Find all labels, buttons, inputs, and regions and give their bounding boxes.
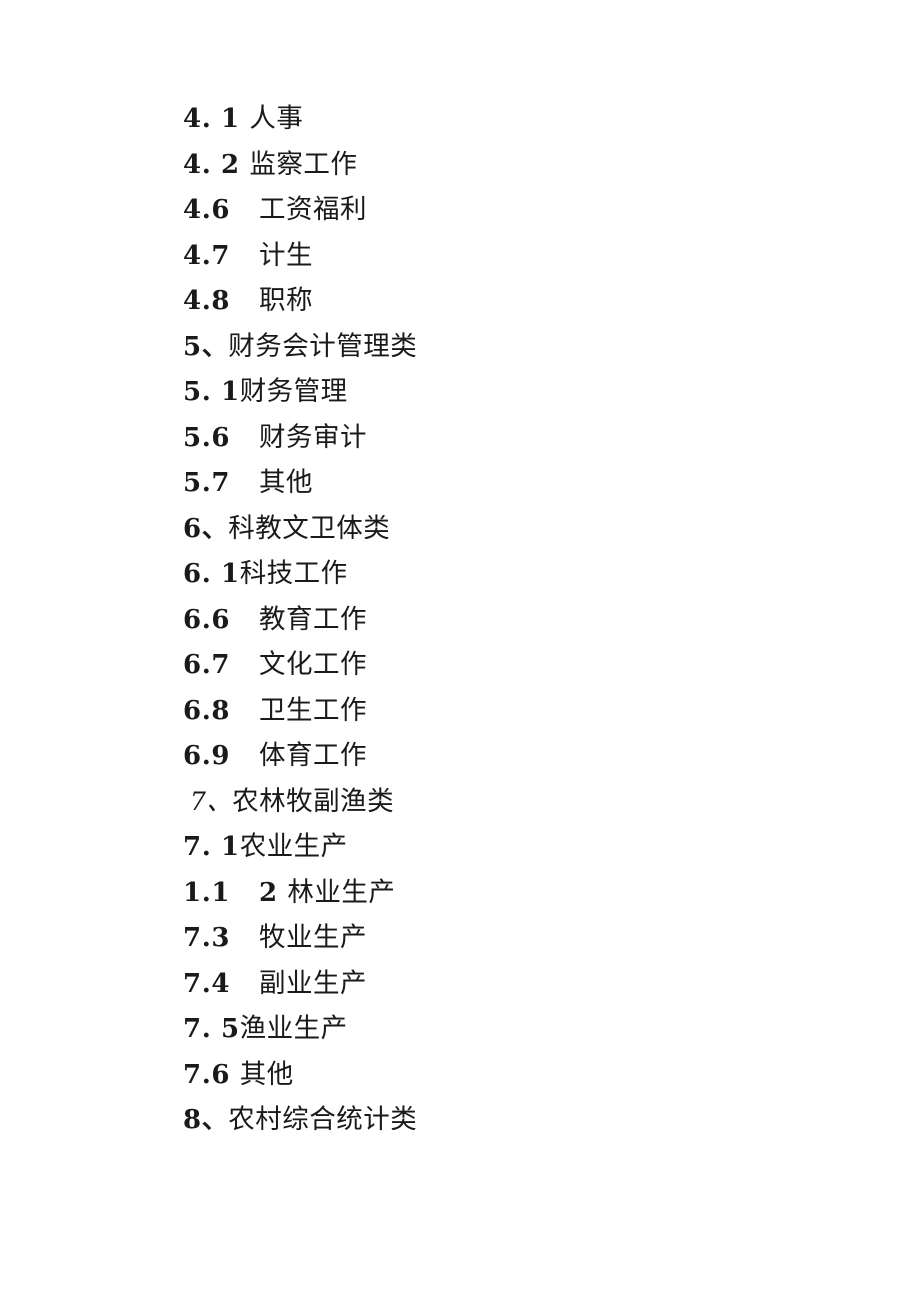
entry-separator <box>240 150 250 180</box>
entry-number: 7.6 <box>183 1060 231 1090</box>
entry-label: 渔业生产 <box>239 1013 348 1044</box>
entry-number: 6.6 <box>183 605 231 635</box>
outline-entry: 6. 1科技工作 <box>183 558 348 589</box>
entry-label: 职称 <box>259 285 314 316</box>
outline-entry: 7.6 其他 <box>183 1059 294 1090</box>
outline-entry: 4. 2 监察工作 <box>183 149 358 180</box>
entry-label: 科教文卫体类 <box>228 513 391 544</box>
entry-label: 体育工作 <box>259 740 368 771</box>
entry-label: 人事 <box>249 103 304 134</box>
outline-entry: 4.6 工资福利 <box>183 194 368 225</box>
entry-separator <box>230 969 259 999</box>
entry-separator <box>230 696 259 726</box>
entry-separator <box>240 104 250 134</box>
entry-label: 监察工作 <box>249 149 358 180</box>
entry-label: 财务审计 <box>259 422 368 453</box>
entry-number: 4.7 <box>183 241 231 271</box>
outline-entry: 7.4 副业生产 <box>183 968 368 999</box>
entry-separator <box>230 650 259 680</box>
entry-number: 5. 1 <box>183 377 240 407</box>
outline-entry: 4.8 职称 <box>183 285 314 316</box>
entry-label: 财务管理 <box>239 376 348 407</box>
outline-entry: 8、农村综合统计类 <box>183 1104 418 1135</box>
entry-number: 4.8 <box>183 286 231 316</box>
entry-label: 其他 <box>239 1059 294 1090</box>
entry-number: 7.3 <box>183 923 231 953</box>
entry-number: 7.4 <box>183 969 231 999</box>
outline-entry: 5.6 财务审计 <box>183 422 368 453</box>
entry-label: 牧业生产 <box>259 922 368 953</box>
outline-entry: 6.8 卫生工作 <box>183 695 368 726</box>
entry-number: 6.8 <box>183 696 231 726</box>
entry-number: 4. 2 <box>183 150 240 180</box>
entry-label: 农林牧副渔类 <box>232 786 395 817</box>
entry-separator <box>230 241 259 271</box>
entry-separator <box>230 195 259 225</box>
entry-separator <box>230 923 259 953</box>
outline-entry: 7、农林牧副渔类 <box>190 786 395 817</box>
entry-number: 7、 <box>190 787 233 816</box>
entry-label: 农村综合统计类 <box>228 1104 418 1135</box>
outline-entry: 4. 1 人事 <box>183 103 304 134</box>
document-page: 4. 1 人事 4. 2 监察工作 4.6 工资福利 4.7 计生 4.8 职称 5、财务… <box>0 0 920 1301</box>
outline-entry: 5. 1财务管理 <box>183 376 348 407</box>
entry-label: 财务会计管理类 <box>228 331 418 362</box>
entry-label: 科技工作 <box>239 558 348 589</box>
entry-separator <box>230 741 259 771</box>
outline-entry: 7. 5渔业生产 <box>183 1013 348 1044</box>
entry-number: 5、 <box>183 332 229 362</box>
entry-number: 6、 <box>183 514 229 544</box>
outline-entry: 6.6 教育工作 <box>183 604 368 635</box>
entry-separator <box>230 423 259 453</box>
entry-separator <box>230 468 259 498</box>
entry-label: 文化工作 <box>259 649 368 680</box>
entry-label: 计生 <box>259 240 314 271</box>
entry-label: 副业生产 <box>259 968 368 999</box>
entry-number: 6. 1 <box>183 559 240 589</box>
entry-label: 教育工作 <box>259 604 368 635</box>
outline-entry: 6、科教文卫体类 <box>183 513 391 544</box>
entry-label: 其他 <box>259 467 314 498</box>
entry-label: 工资福利 <box>259 194 368 225</box>
outline-entry: 7.3 牧业生产 <box>183 922 368 953</box>
entry-number: 4. 1 <box>183 104 240 134</box>
entry-separator <box>230 605 259 635</box>
outline-entry: 6.9 体育工作 <box>183 740 368 771</box>
entry-number: 7. 5 <box>183 1014 240 1044</box>
entry-number: 8、 <box>183 1105 229 1135</box>
entry-number: 1.1 <box>183 878 231 908</box>
entry-label: 农业生产 <box>239 831 348 862</box>
outline-entry: 4.7 计生 <box>183 240 314 271</box>
outline-entry: 5.7 其他 <box>183 467 314 498</box>
outline-entry: 1.1 2 林业生产 <box>183 877 396 908</box>
entry-number: 5.7 <box>183 468 231 498</box>
entry-label: 林业生产 <box>287 877 396 908</box>
entry-separator <box>230 286 259 316</box>
outline-entry: 5、财务会计管理类 <box>183 331 418 362</box>
entry-number: 6.7 <box>183 650 231 680</box>
entry-number: 5.6 <box>183 423 231 453</box>
outline-entry: 6.7 文化工作 <box>183 649 368 680</box>
entry-number: 6.9 <box>183 741 231 771</box>
entry-number: 4.6 <box>183 195 231 225</box>
entry-number: 7. 1 <box>183 832 240 862</box>
entry-separator <box>230 1060 240 1090</box>
outline-entry: 7. 1农业生产 <box>183 831 348 862</box>
entry-separator: 2 <box>230 878 288 908</box>
entry-label: 卫生工作 <box>259 695 368 726</box>
